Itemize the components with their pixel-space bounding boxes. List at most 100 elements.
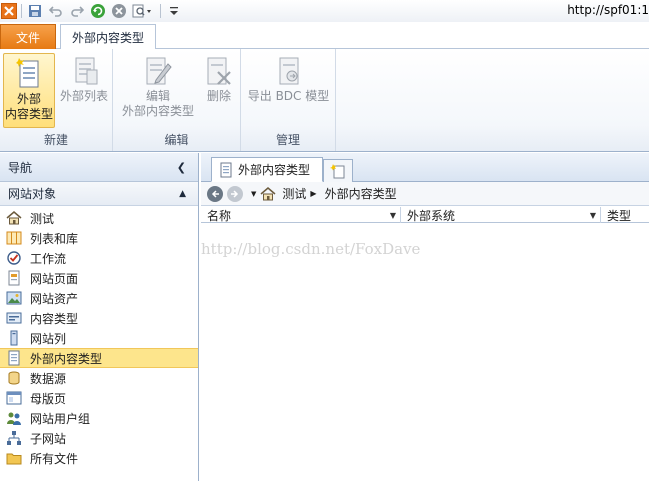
document-tab-external-content-types[interactable]: 外部内容类型 (211, 157, 323, 182)
preview-icon[interactable] (131, 2, 153, 20)
breadcrumb-site[interactable]: 测试 (282, 185, 306, 202)
nav-item-site-pages[interactable]: 网站页面 (0, 268, 198, 288)
new-tab-button[interactable] (323, 159, 353, 182)
navigation-pane: 导航 ❮ 网站对象 ▲ 测试 列表和库 工作流 网站页面 网站资产 内容类型 网… (0, 153, 199, 481)
nav-item-workflows[interactable]: 工作流 (0, 248, 198, 268)
all-files-icon (6, 450, 22, 466)
site-objects-list: 测试 列表和库 工作流 网站页面 网站资产 内容类型 网站列 外部内容类型 数据… (0, 206, 198, 468)
new-tab-icon (330, 164, 345, 179)
watermark-text: http://blog.csdn.net/FoxDave (201, 240, 421, 258)
quick-access-toolbar: http://spf01:1 (0, 0, 649, 22)
nav-item-label: 所有文件 (30, 451, 79, 466)
tab-file[interactable]: 文件 (0, 24, 56, 49)
nav-item-label: 测试 (30, 211, 55, 226)
save-icon[interactable] (26, 2, 44, 20)
nav-item-site-columns[interactable]: 网站列 (0, 328, 198, 348)
undo-icon[interactable] (47, 2, 65, 20)
site-pages-icon (6, 270, 22, 286)
site-assets-icon (6, 290, 22, 306)
forward-arrow-icon[interactable] (227, 185, 243, 202)
content-types-icon (6, 310, 22, 326)
back-arrow-icon[interactable] (207, 185, 223, 202)
column-filter-icon[interactable]: ▼ (590, 211, 596, 220)
ribbon-group-new-label: 新建 (43, 133, 68, 147)
external-list-button[interactable]: 外部列表 (57, 53, 111, 104)
document-tab-strip: 外部内容类型 (201, 153, 649, 182)
tab-external-content-type[interactable]: 外部内容类型 (60, 24, 156, 50)
new-ect-icon (16, 56, 42, 92)
nav-item-master-pages[interactable]: 母版页 (0, 388, 198, 408)
external-list-label: 外部列表 (59, 89, 108, 103)
sharepoint-designer-icon[interactable] (1, 3, 17, 19)
home-icon (6, 210, 22, 226)
column-header-name[interactable]: 名称 ▼ (201, 207, 401, 223)
external-list-icon (67, 53, 101, 89)
nav-item-label: 内容类型 (30, 311, 79, 326)
export-bdc-model-button[interactable]: 导出 BDC 模型 (243, 53, 334, 104)
nav-item-external-content-types[interactable]: 外部内容类型 (0, 348, 198, 368)
nav-item-site-assets[interactable]: 网站资产 (0, 288, 198, 308)
nav-item-home[interactable]: 测试 (0, 208, 198, 228)
ribbon-group-edit: 编辑 外部内容类型 删除 编辑 (113, 49, 241, 151)
export-bdc-label: 导出 BDC 模型 (247, 89, 330, 103)
column-header-label: 类型 (607, 208, 632, 223)
history-dropdown-icon[interactable]: ▼ (251, 190, 256, 198)
nav-item-lists-libraries[interactable]: 列表和库 (0, 228, 198, 248)
ribbon-group-new: 外部 内容类型 外部列表 新建 (0, 49, 113, 151)
navigation-title: 导航 (8, 160, 33, 175)
collapse-pane-icon[interactable]: ❮ (177, 161, 186, 174)
edit-ect-icon (144, 53, 172, 89)
nav-item-label: 工作流 (30, 251, 67, 266)
nav-item-label: 母版页 (30, 391, 67, 406)
site-objects-title: 网站对象 (8, 187, 57, 201)
ribbon-group-manage: 导出 BDC 模型 管理 (241, 49, 336, 151)
ribbon-tab-bar: 文件 外部内容类型 (0, 22, 649, 50)
content-pane: 外部内容类型 ▼ 测试 ▶ 外部内容类型 名称 ▼ 外部系统 ▼ 类型 http… (201, 153, 649, 481)
site-groups-icon (6, 410, 22, 426)
redo-icon[interactable] (68, 2, 86, 20)
ribbon-group-edit-label: 编辑 (164, 133, 189, 147)
breadcrumb-page[interactable]: 外部内容类型 (325, 185, 397, 202)
nav-item-subsites[interactable]: 子网站 (0, 428, 198, 448)
new-external-content-type-button[interactable]: 外部 内容类型 (3, 53, 55, 128)
nav-item-all-files[interactable]: 所有文件 (0, 448, 198, 468)
refresh-icon[interactable] (89, 2, 107, 20)
delete-label: 删除 (206, 89, 231, 103)
delete-icon (205, 53, 233, 89)
document-tab-label: 外部内容类型 (238, 163, 311, 177)
toolbar-divider (21, 4, 22, 18)
edit-ect-label: 编辑 外部内容类型 (121, 89, 194, 118)
nav-item-label: 列表和库 (30, 231, 79, 246)
column-header-label: 名称 (207, 208, 232, 223)
subsites-icon (6, 430, 22, 446)
external-content-types-icon (6, 350, 22, 366)
nav-item-site-groups[interactable]: 网站用户组 (0, 408, 198, 428)
data-sources-icon (6, 370, 22, 386)
window-title: http://spf01:1 (567, 3, 649, 17)
site-columns-icon (6, 330, 22, 346)
customize-toolbar-icon[interactable] (165, 2, 183, 20)
delete-button[interactable]: 删除 (199, 53, 239, 104)
nav-item-data-sources[interactable]: 数据源 (0, 368, 198, 388)
ribbon: 外部 内容类型 外部列表 新建 编辑 外部内容类型 删除 编辑 导出 BDC 模… (0, 49, 649, 152)
column-header-label: 外部系统 (407, 208, 456, 223)
toolbar-divider (160, 4, 161, 18)
nav-item-label: 数据源 (30, 371, 67, 386)
site-objects-header[interactable]: 网站对象 ▲ (0, 182, 198, 206)
new-ect-label: 外部 内容类型 (4, 92, 53, 121)
column-header-type[interactable]: 类型 (601, 207, 649, 223)
nav-item-label: 子网站 (30, 431, 67, 446)
column-filter-icon[interactable]: ▼ (390, 211, 396, 220)
breadcrumb-separator-icon[interactable]: ▶ (310, 189, 316, 198)
breadcrumb-bar: ▼ 测试 ▶ 外部内容类型 (201, 182, 649, 206)
nav-item-content-types[interactable]: 内容类型 (0, 308, 198, 328)
column-header-external-system[interactable]: 外部系统 ▼ (401, 207, 601, 223)
nav-item-label: 网站资产 (30, 291, 79, 306)
edit-external-content-type-button[interactable]: 编辑 外部内容类型 (117, 53, 199, 119)
workflow-icon (6, 250, 22, 266)
nav-item-label: 网站页面 (30, 271, 79, 286)
ribbon-group-manage-label: 管理 (275, 133, 300, 147)
export-bdc-icon (273, 53, 305, 89)
chevron-up-icon[interactable]: ▲ (179, 189, 186, 199)
stop-icon[interactable] (110, 2, 128, 20)
